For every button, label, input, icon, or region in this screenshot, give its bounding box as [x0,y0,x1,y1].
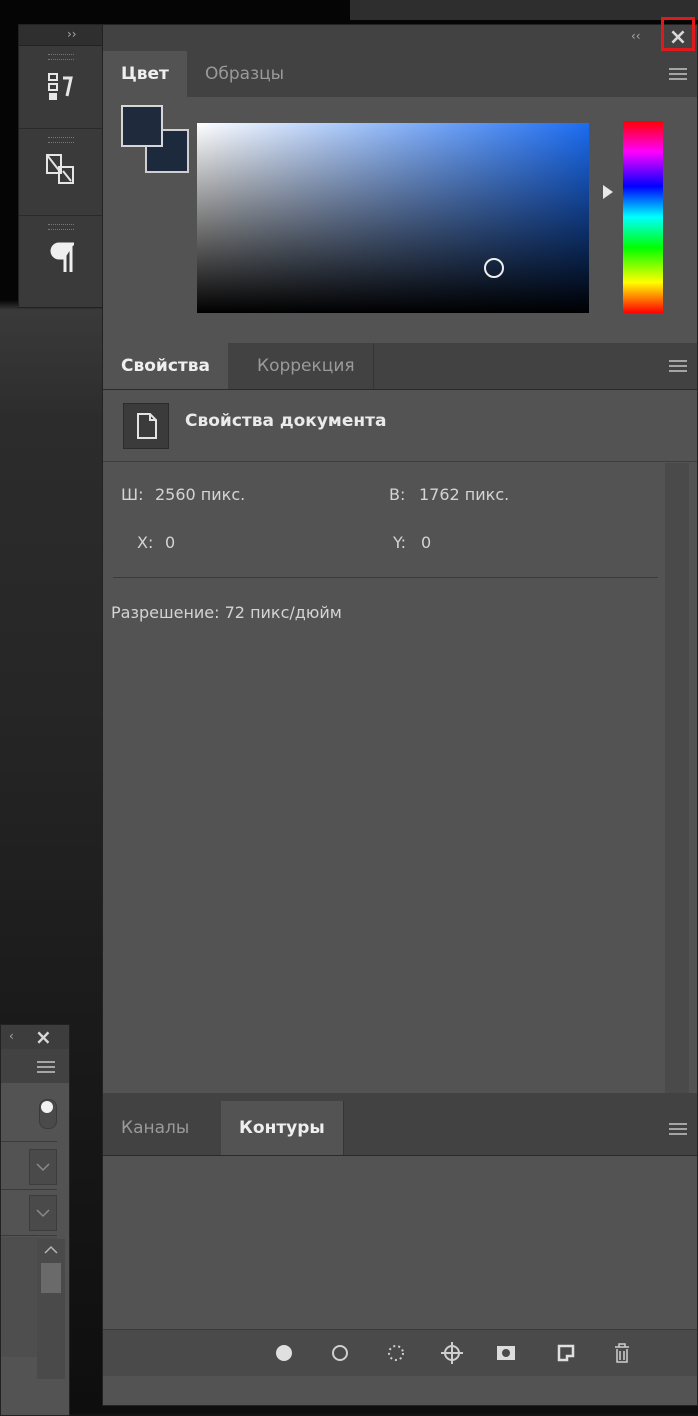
clone-source-icon [46,154,74,184]
dock-header[interactable]: ›› [19,25,103,46]
chevron-up-icon[interactable] [37,1239,65,1261]
panel-menu-icon[interactable] [37,1061,55,1073]
tab-adjustments[interactable]: Коррекция [239,343,374,389]
height-value[interactable]: 1762 пикс. [419,485,509,504]
history-icon [48,73,73,100]
color-picker-field[interactable] [197,123,589,313]
document-icon-box [123,403,169,449]
tab-paths[interactable]: Контуры [221,1101,344,1155]
height-label: В: [389,485,406,504]
delete-icon[interactable] [611,1342,633,1364]
collapsed-dock: ›› [18,24,104,308]
collapse-panel-icon[interactable]: ‹‹ [631,29,641,43]
panel-menu-icon[interactable] [669,360,687,372]
left-scrollbar[interactable] [37,1239,65,1379]
layers-panel-partial: ‹ × [0,1024,70,1416]
grip-icon [48,54,74,60]
x-value[interactable]: 0 [165,533,175,552]
tab-swatches[interactable]: Образцы [187,51,302,97]
foreground-color-swatch[interactable] [121,105,163,147]
panel-menu-icon[interactable] [669,1123,687,1135]
scroll-thumb[interactable] [41,1263,61,1293]
paragraph-icon [50,242,74,272]
expand-dock-icon[interactable]: ›› [67,27,77,41]
dropdown-row [1,1189,57,1236]
hue-slider-handle[interactable] [603,185,613,199]
tab-properties[interactable]: Свойства [103,343,228,389]
layer-row[interactable] [1,1085,57,1142]
width-value[interactable]: 2560 пикс. [155,485,245,504]
paths-footer [103,1329,697,1376]
panel-menu-icon[interactable] [669,68,687,80]
app-topbar [350,0,698,20]
fill-path-icon[interactable] [273,1342,295,1364]
history-panel-button[interactable] [19,46,103,129]
y-label: Y: [393,533,407,552]
width-label: Ш: [121,485,144,504]
chevron-down-icon [36,1163,50,1172]
chevron-down-icon [36,1209,50,1218]
panel-group: ‹‹ × Цвет Образцы Свойства Коррекция Сво… [102,17,698,1406]
panel-group-header[interactable]: ‹‹ × [103,17,697,52]
paragraph-panel-button[interactable] [19,216,103,306]
paths-list[interactable] [103,1156,697,1328]
dropdown-row [1,1143,57,1190]
opacity-dropdown[interactable] [29,1195,57,1231]
color-panel [103,97,697,341]
stroke-path-icon[interactable] [329,1342,351,1364]
new-path-icon[interactable] [555,1342,577,1364]
resolution-text: Разрешение: 72 пикс/дюйм [111,603,342,622]
left-panel-tabbar [1,1049,69,1083]
hue-spectrum-bar[interactable] [623,121,663,313]
close-icon[interactable]: × [667,27,689,49]
left-panel-header[interactable]: ‹ × [1,1025,69,1049]
tab-channels[interactable]: Каналы [103,1101,207,1155]
document-icon [137,413,157,439]
grip-icon [48,224,74,230]
paths-tabbar: Каналы Контуры [103,1093,697,1156]
add-mask-icon[interactable] [495,1342,517,1364]
document-properties-header: Свойства документа [103,389,697,462]
tab-color[interactable]: Цвет [103,51,187,97]
properties-tabbar: Свойства Коррекция [103,343,697,390]
clone-source-panel-button[interactable] [19,129,103,216]
document-properties-title: Свойства документа [185,411,387,431]
color-tabbar: Цвет Образцы [103,51,697,98]
grip-icon [48,137,74,143]
collapse-left-panel-icon[interactable]: ‹ [9,1029,14,1043]
properties-scrollbar[interactable] [665,463,689,1093]
divider [113,577,658,578]
y-value[interactable]: 0 [421,533,431,552]
blend-mode-dropdown[interactable] [29,1149,57,1185]
close-left-panel-icon[interactable]: × [35,1025,52,1049]
color-picker-cursor[interactable] [484,258,504,278]
toggle-knob [41,1101,53,1113]
load-selection-icon[interactable] [385,1342,407,1364]
x-label: X: [137,533,154,552]
make-path-icon[interactable] [441,1342,463,1364]
